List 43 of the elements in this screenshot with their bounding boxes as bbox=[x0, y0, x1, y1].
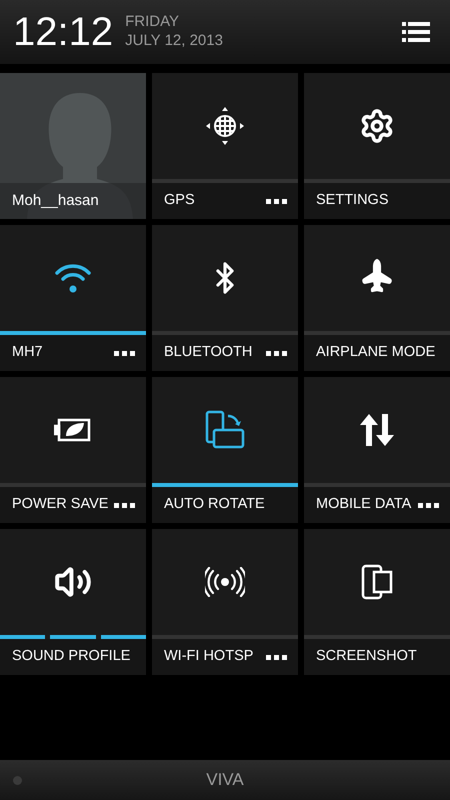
quick-setting-tile[interactable]: GPS bbox=[152, 73, 298, 219]
battery-leaf-icon bbox=[54, 417, 92, 443]
up-down-arrows-icon bbox=[359, 414, 395, 446]
quick-setting-tile[interactable]: AUTO ROTATE bbox=[152, 377, 298, 523]
user-name: Moh__hasan bbox=[12, 190, 99, 211]
tile-label: SETTINGS bbox=[316, 191, 389, 210]
date-text: JULY 12, 2013 bbox=[125, 32, 223, 51]
quick-setting-tile[interactable]: BLUETOOTH bbox=[152, 225, 298, 371]
more-icon[interactable] bbox=[266, 654, 287, 660]
quick-setting-tile[interactable]: SCREENSHOT bbox=[304, 529, 450, 675]
clock-time: 12:12 bbox=[13, 12, 114, 52]
tile-label: POWER SAVE bbox=[12, 495, 108, 514]
quick-setting-tile[interactable]: SOUND PROFILE bbox=[0, 529, 146, 675]
quick-setting-tile[interactable]: AIRPLANE MODE bbox=[304, 225, 450, 371]
list-menu-icon[interactable] bbox=[402, 21, 430, 43]
wifi-icon bbox=[54, 262, 92, 294]
quick-setting-tile[interactable]: MH7 bbox=[0, 225, 146, 371]
more-icon[interactable] bbox=[418, 502, 439, 508]
tile-label: SCREENSHOT bbox=[316, 647, 417, 666]
more-icon[interactable] bbox=[114, 350, 135, 356]
tile-label: MH7 bbox=[12, 343, 43, 362]
tile-label: AIRPLANE MODE bbox=[316, 343, 436, 362]
hotspot-icon bbox=[205, 567, 245, 597]
tile-label: BLUETOOTH bbox=[164, 343, 252, 362]
screenshot-icon bbox=[361, 564, 393, 600]
tile-label: GPS bbox=[164, 191, 195, 210]
settings-icon bbox=[359, 108, 395, 144]
carrier-name: VIVA bbox=[206, 769, 244, 792]
tile-label: MOBILE DATA bbox=[316, 495, 412, 514]
quick-setting-tile[interactable]: WI-FI HOTSP bbox=[152, 529, 298, 675]
rotate-phone-icon bbox=[205, 410, 245, 450]
quick-setting-tile[interactable]: POWER SAVE bbox=[0, 377, 146, 523]
quick-setting-tile[interactable]: SETTINGS bbox=[304, 73, 450, 219]
tile-label: WI-FI HOTSP bbox=[164, 647, 254, 666]
user-tile[interactable]: Moh__hasan bbox=[0, 73, 146, 219]
globe-arrows-icon bbox=[205, 106, 245, 146]
tile-label: SOUND PROFILE bbox=[12, 647, 130, 666]
more-icon[interactable] bbox=[266, 350, 287, 356]
more-icon[interactable] bbox=[266, 198, 287, 204]
tile-label: AUTO ROTATE bbox=[164, 495, 265, 514]
weekday-text: FRIDAY bbox=[125, 13, 180, 32]
more-icon[interactable] bbox=[114, 502, 135, 508]
quick-setting-tile[interactable]: MOBILE DATA bbox=[304, 377, 450, 523]
